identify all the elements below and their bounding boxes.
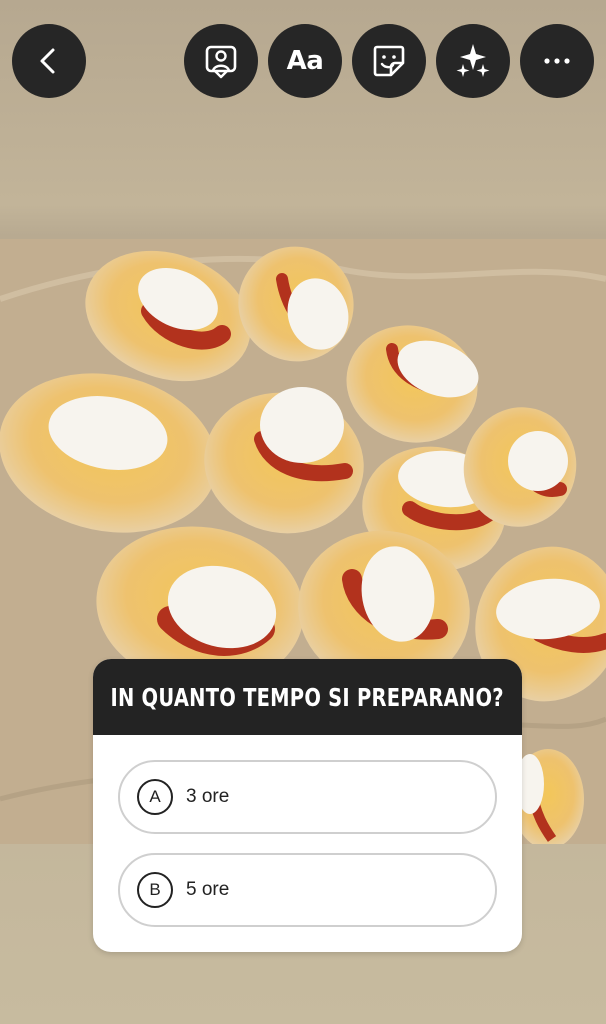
chevron-left-icon <box>40 48 55 74</box>
back-button[interactable] <box>12 24 86 98</box>
more-dots-icon <box>544 58 570 64</box>
quiz-option-b[interactable]: B 5 ore <box>118 853 497 927</box>
sticker-button[interactable] <box>352 24 426 98</box>
option-letter-b: B <box>137 872 173 908</box>
person-frame-icon <box>205 45 237 79</box>
mention-button[interactable] <box>184 24 258 98</box>
quiz-question: IN QUANTO TEMPO SI PREPARANO? <box>110 682 505 712</box>
option-text-b: 5 ore <box>186 879 230 900</box>
option-letter-a: A <box>137 779 173 815</box>
more-button[interactable] <box>520 24 594 98</box>
top-toolbar: Aa <box>0 0 606 120</box>
effects-button[interactable] <box>436 24 510 98</box>
text-button[interactable]: Aa <box>268 24 342 98</box>
option-text-a: 3 ore <box>186 786 230 807</box>
sparkles-icon <box>456 44 490 77</box>
quiz-header: IN QUANTO TEMPO SI PREPARANO? <box>93 659 522 735</box>
sticker-icon <box>373 45 405 77</box>
text-tool-label: Aa <box>286 46 324 76</box>
quiz-sticker[interactable]: IN QUANTO TEMPO SI PREPARANO? A 3 ore B … <box>93 659 522 952</box>
quiz-option-a[interactable]: A 3 ore <box>118 760 497 834</box>
